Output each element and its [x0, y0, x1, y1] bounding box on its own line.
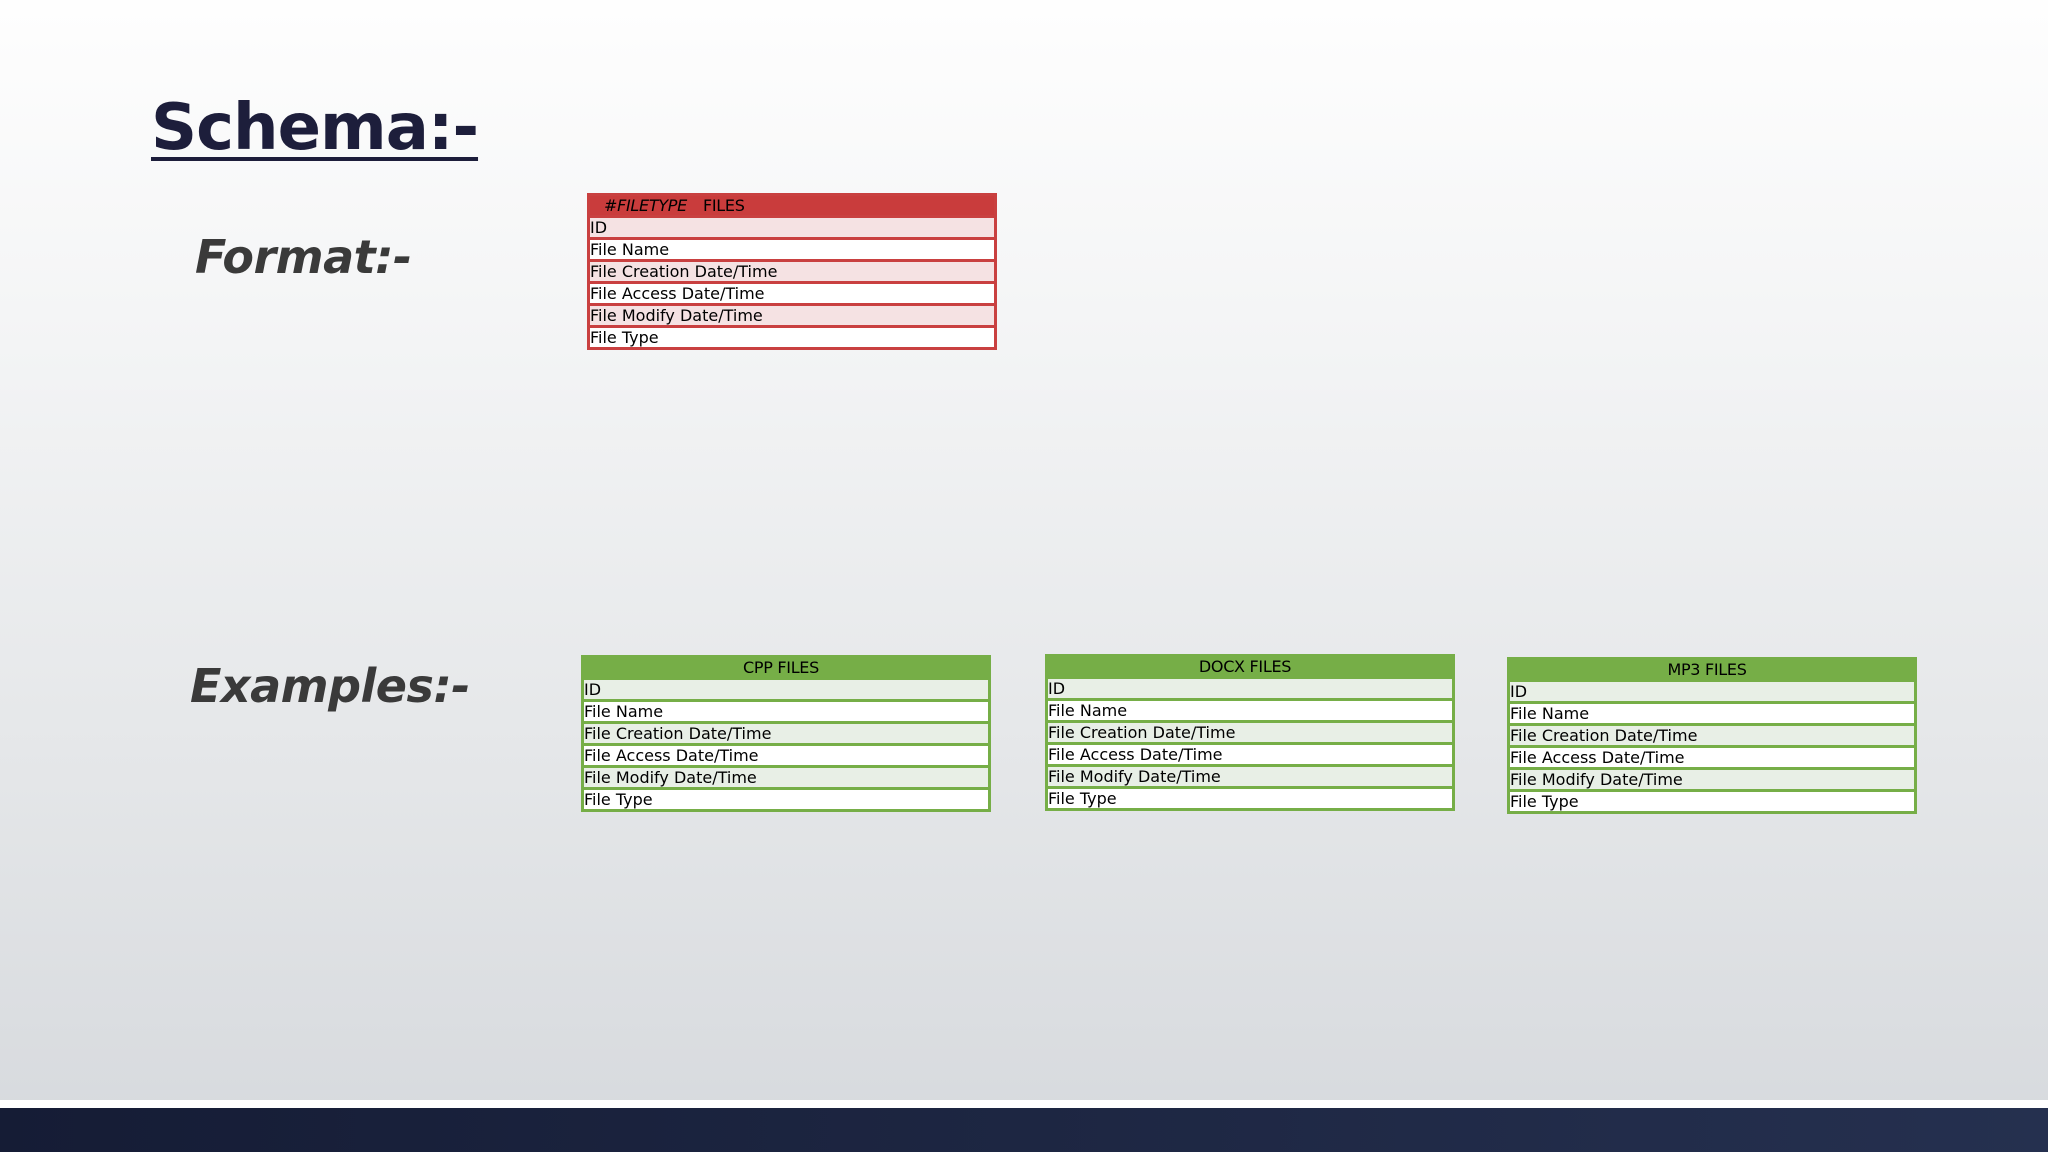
format-table-header: #FILETYPE FILES — [590, 196, 994, 215]
docx-files-table-row: File Access Date/Time — [1048, 742, 1452, 764]
mp3-files-table-row: File Name — [1510, 701, 1914, 723]
slide-title: Schema:- — [151, 91, 479, 165]
mp3-files-table: MP3 FILES ID File Name File Creation Dat… — [1507, 657, 1917, 814]
cpp-files-table-row: File Creation Date/Time — [584, 721, 988, 743]
mp3-files-table-header: MP3 FILES — [1510, 660, 1914, 679]
mp3-files-table-row: File Access Date/Time — [1510, 745, 1914, 767]
format-table-header-placeholder: #FILETYPE — [604, 196, 687, 215]
cpp-files-table-row: File Type — [584, 787, 988, 809]
docx-files-table: DOCX FILES ID File Name File Creation Da… — [1045, 654, 1455, 811]
docx-files-table-row: File Creation Date/Time — [1048, 720, 1452, 742]
format-label: Format:- — [195, 230, 412, 284]
cpp-files-table-row: File Modify Date/Time — [584, 765, 988, 787]
docx-files-table-header: DOCX FILES — [1048, 657, 1452, 676]
mp3-files-table-row: ID — [1510, 679, 1914, 701]
footer-band — [0, 1108, 2048, 1152]
docx-files-table-row: File Type — [1048, 786, 1452, 808]
mp3-files-table-row: File Creation Date/Time — [1510, 723, 1914, 745]
format-table-row: File Name — [590, 237, 994, 259]
cpp-files-table-row: File Access Date/Time — [584, 743, 988, 765]
footer-divider — [0, 1100, 2048, 1108]
docx-files-table-row: File Name — [1048, 698, 1452, 720]
format-table-row: ID — [590, 215, 994, 237]
cpp-files-table-row: File Name — [584, 699, 988, 721]
docx-files-table-row: File Modify Date/Time — [1048, 764, 1452, 786]
mp3-files-table-row: File Modify Date/Time — [1510, 767, 1914, 789]
format-table-header-suffix: FILES — [702, 196, 745, 215]
format-table-row: File Type — [590, 325, 994, 347]
examples-label: Examples:- — [190, 659, 470, 713]
format-table: #FILETYPE FILES ID File Name File Creati… — [587, 193, 997, 350]
cpp-files-table: CPP FILES ID File Name File Creation Dat… — [581, 655, 991, 812]
mp3-files-table-row: File Type — [1510, 789, 1914, 811]
docx-files-table-row: ID — [1048, 676, 1452, 698]
slide: Schema:- Format:- Examples:- #FILETYPE F… — [0, 0, 2048, 1108]
format-table-row: File Creation Date/Time — [590, 259, 994, 281]
cpp-files-table-header: CPP FILES — [584, 658, 988, 677]
format-table-row: File Access Date/Time — [590, 281, 994, 303]
format-table-row: File Modify Date/Time — [590, 303, 994, 325]
cpp-files-table-row: ID — [584, 677, 988, 699]
